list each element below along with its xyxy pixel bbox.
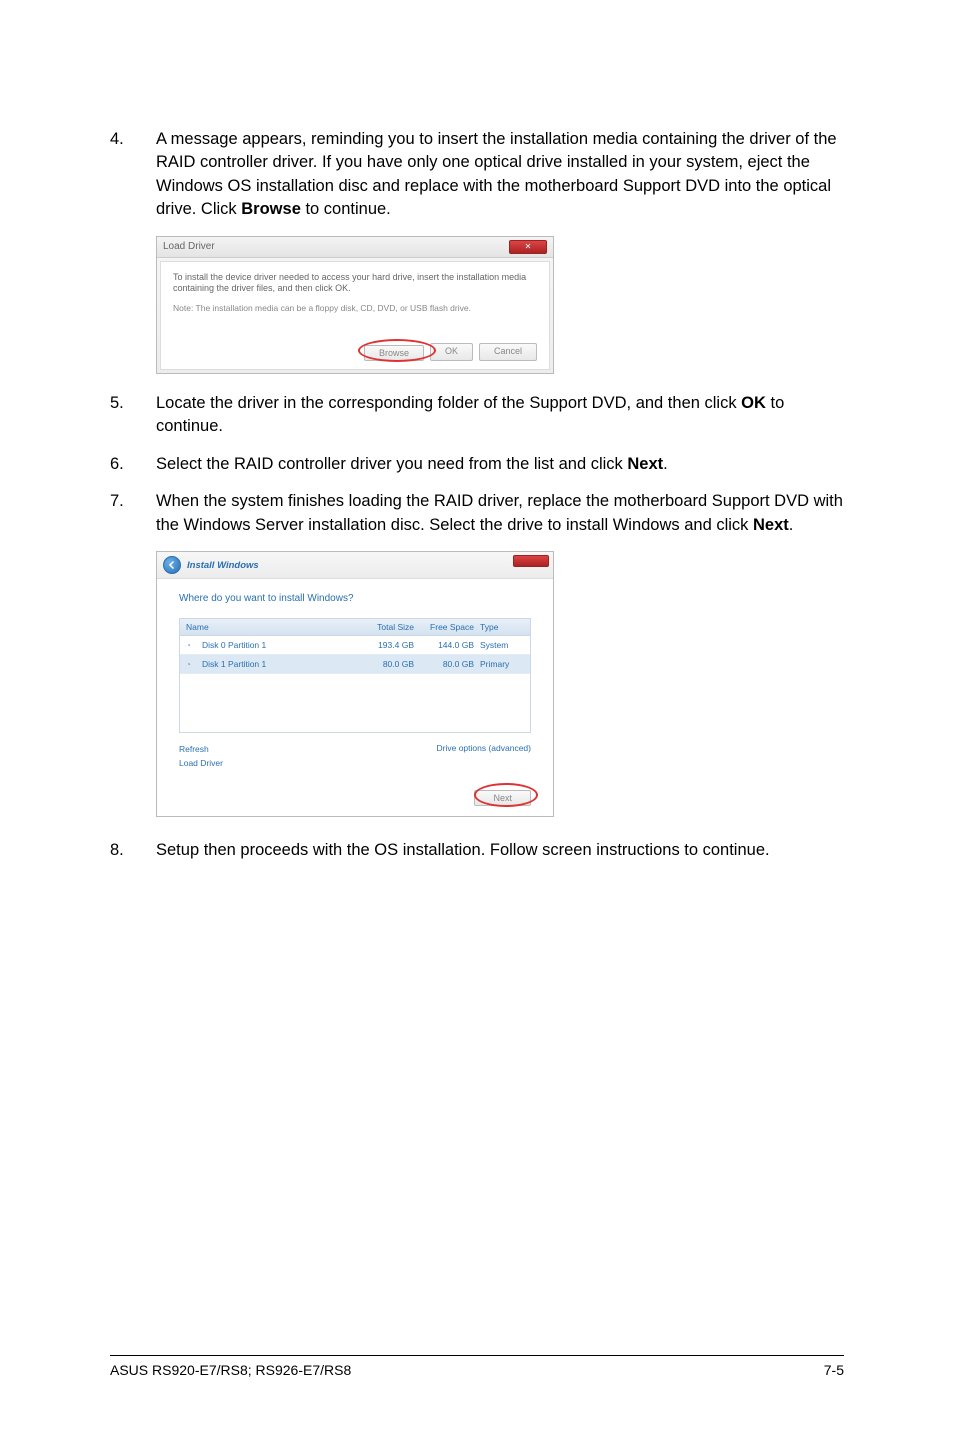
load-driver-dialog: Load Driver ✕ To install the device driv… [156,236,844,374]
cell-name: Disk 0 Partition 1 [202,640,354,650]
step-text: Select the RAID controller driver you ne… [156,453,668,476]
step-text: Setup then proceeds with the OS installa… [156,839,770,862]
step6-bold: Next [627,455,663,473]
browse-button[interactable]: Browse [364,345,424,361]
ok-button[interactable]: OK [430,343,473,361]
step7-part-b: . [789,516,794,534]
cell-free: 80.0 GB [414,659,474,669]
table-row[interactable]: ◔ Disk 1 Partition 1 80.0 GB 80.0 GB Pri… [180,655,530,674]
drive-options-link[interactable]: Drive options (advanced) [437,743,532,770]
load-driver-link[interactable]: Load Driver [179,757,223,771]
cell-free: 144.0 GB [414,640,474,650]
step-text: A message appears, reminding you to inse… [156,128,844,222]
window-title: Install Windows [187,560,259,571]
cell-type: Primary [474,659,524,669]
table-row[interactable]: ◔ Disk 0 Partition 1 193.4 GB 144.0 GB S… [180,636,530,655]
disk-icon: ◔ [186,660,202,669]
step6-part-b: . [663,455,668,473]
step5-bold: OK [741,394,766,412]
refresh-link[interactable]: Refresh [179,743,223,757]
step4-bold: Browse [241,200,301,218]
cancel-button[interactable]: Cancel [479,343,537,361]
step4-part-b: to continue. [301,200,391,218]
step7-bold: Next [753,516,789,534]
step-number: 8. [110,839,156,862]
dialog-note: Note: The installation media can be a fl… [173,303,537,313]
step-text: Locate the driver in the corresponding f… [156,392,844,439]
install-windows-dialog: Install Windows Where do you want to ins… [156,551,844,817]
col-free: Free Space [414,622,474,632]
disk-icon: ◔ [186,641,202,650]
step-number: 6. [110,453,156,476]
footer-left: ASUS RS920-E7/RS8; RS926-E7/RS8 [110,1362,351,1378]
cell-total: 80.0 GB [354,659,414,669]
back-icon[interactable] [163,556,181,574]
install-question: Where do you want to install Windows? [179,593,531,604]
footer-right: 7-5 [824,1362,844,1378]
col-total: Total Size [354,622,414,632]
disk-table: Name Total Size Free Space Type ◔ Disk 0… [179,618,531,733]
dialog-message: To install the device driver needed to a… [173,272,537,295]
step6-part-a: Select the RAID controller driver you ne… [156,455,627,473]
col-type: Type [474,622,524,632]
step-number: 4. [110,128,156,222]
dialog-title: Load Driver [163,241,215,252]
cell-type: System [474,640,524,650]
step-number: 7. [110,490,156,537]
next-button[interactable]: Next [474,790,531,806]
col-name: Name [186,622,354,632]
cell-total: 193.4 GB [354,640,414,650]
step7-part-a: When the system finishes loading the RAI… [156,492,843,533]
close-icon[interactable]: ✕ [509,240,547,254]
step5-part-a: Locate the driver in the corresponding f… [156,394,741,412]
step-text: When the system finishes loading the RAI… [156,490,844,537]
step-number: 5. [110,392,156,439]
cell-name: Disk 1 Partition 1 [202,659,354,669]
close-icon[interactable] [513,555,549,567]
